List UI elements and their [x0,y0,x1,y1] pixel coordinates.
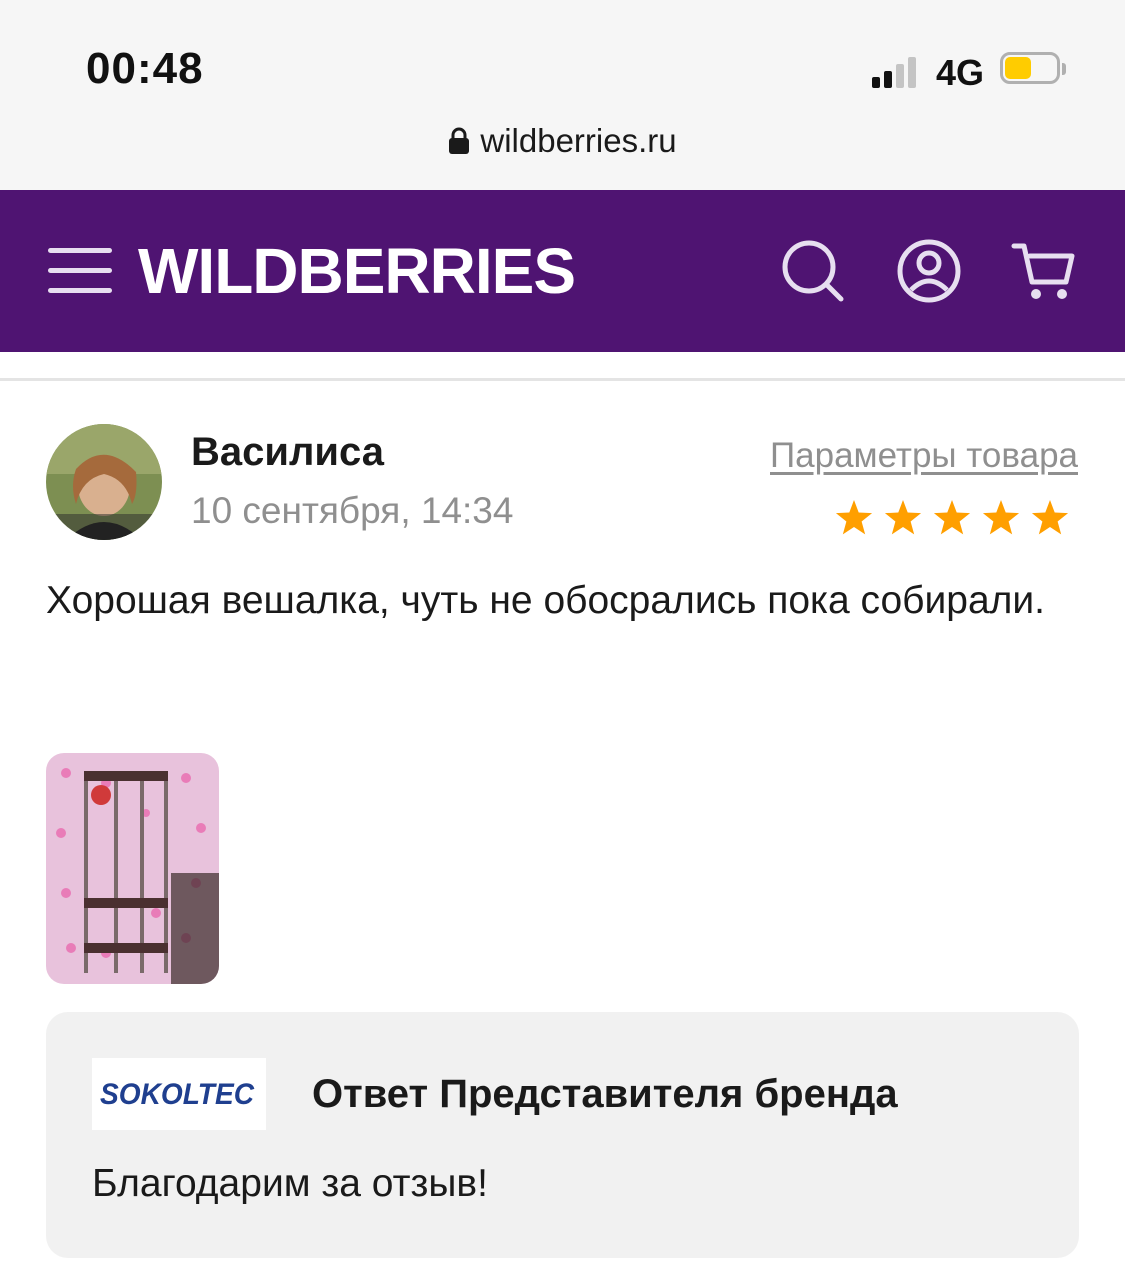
star-icon [982,500,1020,535]
signal-icon [872,56,922,88]
review-date: 10 сентября, 14:34 [191,490,514,531]
site-logo[interactable]: WILDBERRIES [138,234,576,308]
star-icon [884,500,922,535]
brand-logo-text: SOKOLTEC [100,1078,255,1111]
status-bar: 00:48 4G wildberries.ru [0,0,1125,190]
avatar [46,424,162,540]
answer-title: Ответ Представителя бренда [312,1072,898,1116]
menu-icon[interactable] [48,248,112,294]
cart-icon[interactable] [1010,238,1076,304]
rating-stars [835,500,1069,535]
answer-text: Благодарим за отзыв! [92,1162,488,1205]
address-bar[interactable]: wildberries.ru [0,122,1125,160]
review-photo[interactable] [46,753,219,984]
lock-icon [449,127,470,154]
star-icon [1031,500,1069,535]
star-icon [933,500,971,535]
network-type: 4G [936,52,985,93]
user-icon[interactable] [896,238,962,304]
product-params-link[interactable]: Параметры товара [770,436,1078,476]
brand-logo: SOKOLTEC [92,1058,266,1130]
battery-icon [1000,52,1066,86]
review-author: Василиса [191,430,384,474]
site-header: WILDBERRIES [0,190,1125,352]
search-icon[interactable] [780,238,846,304]
brand-answer: SOKOLTEC Ответ Представителя бренда Благ… [46,1012,1079,1258]
divider [0,378,1125,381]
status-time: 00:48 [86,44,204,93]
star-icon [835,500,873,535]
review-text: Хорошая вешалка, чуть не обосрались пока… [46,579,1046,622]
url-text: wildberries.ru [480,122,677,159]
